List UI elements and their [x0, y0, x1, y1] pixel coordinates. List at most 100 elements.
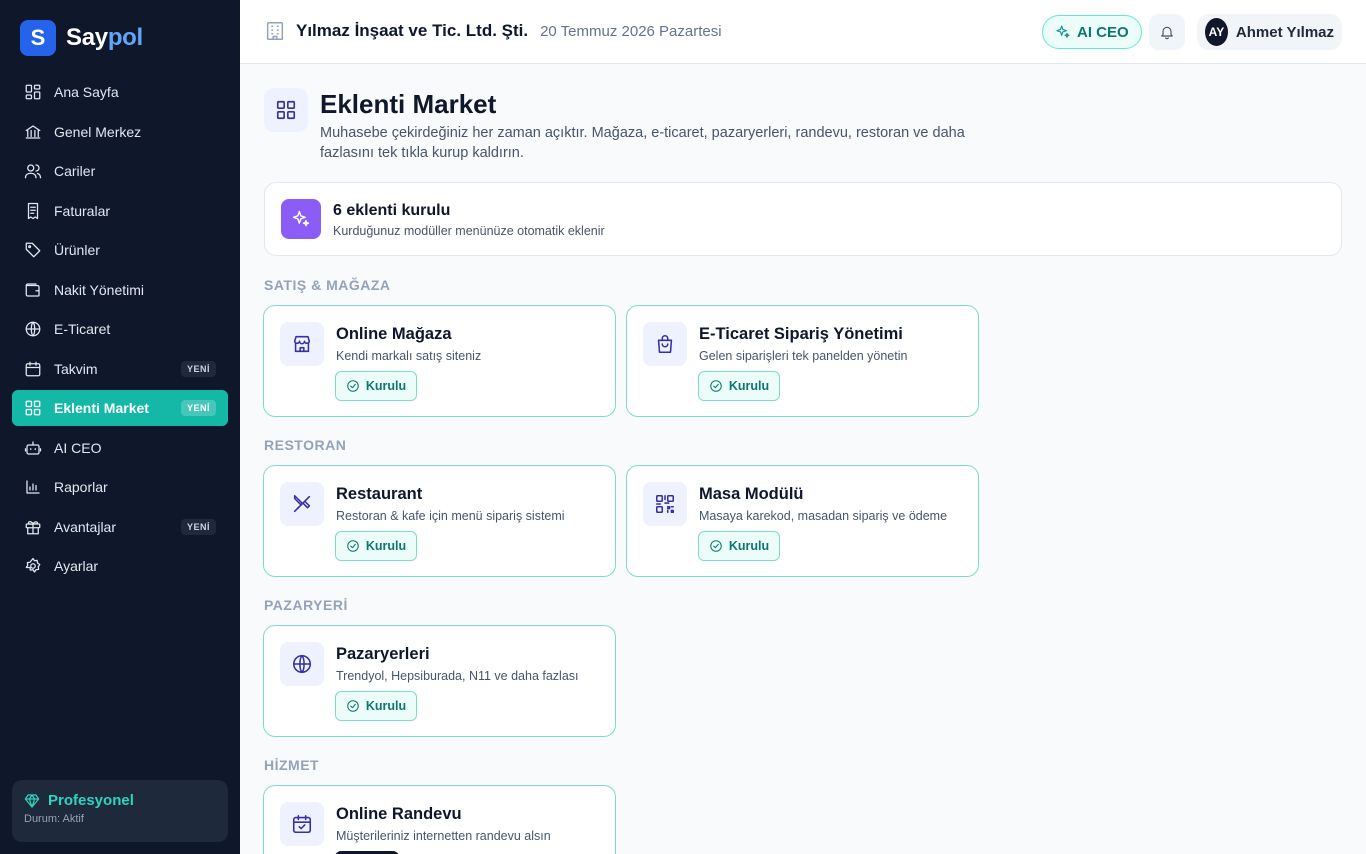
installed-status-button[interactable]: Kurulu — [335, 691, 417, 721]
brand-name-part1: Say — [66, 24, 108, 51]
addon-title: Pazaryerleri — [336, 645, 430, 663]
section-label-hizmet: HİZMET — [264, 757, 320, 773]
addon-description: Restoran & kafe için menü sipariş sistem… — [336, 509, 565, 523]
addon-title: Online Mağaza — [336, 325, 452, 343]
ai-ceo-button[interactable]: AI CEO — [1042, 15, 1142, 49]
globe-icon — [24, 320, 42, 338]
addon-description: Müşterileriniz internetten randevu alsın — [336, 829, 551, 843]
grid-icon — [264, 88, 308, 132]
grid-icon — [24, 399, 42, 417]
sidebar-item-ai-ceo[interactable]: AI CEO — [12, 430, 228, 466]
summary-subtitle: Kurduğunuz modüller menünüze otomatik ek… — [333, 224, 605, 238]
section-label-restoran: RESTORAN — [264, 437, 347, 453]
installed-status-button[interactable]: Kurulu — [698, 531, 780, 561]
gear-icon — [24, 557, 42, 575]
new-badge: YENİ — [180, 400, 216, 416]
gift-icon — [24, 518, 42, 536]
sidebar-item-eklenti-market[interactable]: Eklenti Market YENİ — [12, 390, 228, 426]
qr-code-icon — [643, 482, 687, 526]
installed-status-button[interactable]: Kurulu — [335, 371, 417, 401]
tag-icon — [24, 241, 42, 259]
check-circle-icon — [347, 540, 359, 552]
sidebar-item-ana-sayfa[interactable]: Ana Sayfa — [12, 74, 228, 110]
brand-logo: S — [20, 20, 56, 56]
robot-icon — [24, 439, 42, 457]
shopping-bag-icon — [643, 322, 687, 366]
addon-description: Kendi markalı satış siteniz — [336, 349, 482, 363]
installed-status-button[interactable]: Kurulu — [698, 371, 780, 401]
diamond-icon — [24, 793, 40, 808]
check-circle-icon — [710, 380, 722, 392]
plan-title: Profesyonel — [24, 792, 216, 809]
sparkles-icon — [281, 199, 321, 239]
sidebar-item-takvim[interactable]: Takvim YENİ — [12, 351, 228, 387]
sidebar-item-raporlar[interactable]: Raporlar — [12, 469, 228, 505]
globe-icon — [280, 642, 324, 686]
user-name: Ahmet Yılmaz — [1235, 23, 1334, 41]
installed-status-button[interactable]: Kurulu — [335, 531, 417, 561]
brand-name-part2: pol — [107, 24, 143, 51]
bank-icon — [24, 123, 42, 141]
sidebar-item-cariler[interactable]: Cariler — [12, 153, 228, 189]
sidebar-item-label: Nakit Yönetimi — [54, 281, 145, 298]
sidebar-item-e-ticaret[interactable]: E-Ticaret — [12, 311, 228, 347]
utensils-icon — [280, 482, 324, 526]
addon-card-e-ticaret-siparis[interactable]: E-Ticaret Sipariş Yönetimi Gelen sipariş… — [626, 305, 979, 417]
plan-status: Durum: Aktif — [24, 813, 84, 825]
sidebar-item-genel-merkez[interactable]: Genel Merkez — [12, 114, 228, 150]
calendar-icon — [24, 360, 42, 378]
sidebar-item-label: Ürünler — [54, 242, 100, 258]
check-circle-icon — [710, 540, 722, 552]
status-label: Kurulu — [365, 699, 407, 713]
check-circle-icon — [347, 380, 359, 392]
sidebar-item-ayarlar[interactable]: Ayarlar — [12, 548, 228, 584]
sidebar-item-label: Ana Sayfa — [54, 84, 119, 100]
store-icon — [280, 322, 324, 366]
top-header: Yılmaz İnşaat ve Tic. Ltd. Şti. 20 Temmu… — [240, 0, 1366, 64]
dashboard-icon — [24, 83, 42, 101]
addon-title: E-Ticaret Sipariş Yönetimi — [699, 325, 903, 343]
addon-card-pazaryerleri[interactable]: Pazaryerleri Trendyol, Hepsiburada, N11 … — [263, 625, 616, 737]
sidebar-item-label: Takvim — [54, 360, 98, 377]
addon-card-online-randevu[interactable]: Online Randevu Müşterileriniz internette… — [263, 785, 616, 854]
sidebar-item-urunler[interactable]: Ürünler — [12, 232, 228, 268]
users-icon — [24, 162, 42, 180]
bell-icon — [1161, 26, 1173, 40]
sparkles-icon — [1056, 25, 1070, 38]
section-label-pazaryeri: PAZARYERİ — [264, 597, 348, 613]
sidebar-item-label: Raporlar — [54, 479, 108, 495]
invoice-icon — [24, 202, 42, 220]
sidebar-nav: Ana Sayfa Genel Merkez Cariler Faturalar… — [12, 74, 228, 588]
page-subtitle: Muhasebe çekirdeğiniz her zaman açıktır.… — [320, 125, 965, 161]
status-label: Kurulu — [365, 539, 407, 553]
sidebar-item-label: AI CEO — [54, 439, 102, 456]
sidebar-item-nakit-yonetimi[interactable]: Nakit Yönetimi — [12, 272, 228, 308]
notifications-button[interactable] — [1149, 14, 1185, 50]
addon-card-online-magaza[interactable]: Online Mağaza Kendi markalı satış siteni… — [263, 305, 616, 417]
avatar: AY — [1205, 18, 1228, 46]
company-info: Yılmaz İnşaat ve Tic. Ltd. Şti. 20 Temmu… — [264, 20, 722, 42]
sidebar-item-avantajlar[interactable]: Avantajlar YENİ — [12, 509, 228, 545]
plan-card[interactable]: Profesyonel Durum: Aktif — [12, 780, 228, 842]
sidebar-item-label: Genel Merkez — [54, 123, 142, 140]
addon-title: Restaurant — [336, 485, 423, 503]
summary-title: 6 eklenti kurulu — [333, 202, 451, 219]
brand-name: Saypol — [66, 24, 143, 52]
status-label: Kurulu — [728, 379, 770, 393]
section-label-satis-magaza: SATIŞ & MAĞAZA — [264, 277, 391, 293]
page-title: Eklenti Market — [320, 89, 497, 119]
new-badge: YENİ — [180, 518, 216, 535]
sidebar: S Saypol Ana Sayfa Genel Merkez Cariler … — [0, 0, 240, 854]
addon-description: Masaya karekod, masadan sipariş ve ödeme — [699, 509, 948, 523]
check-circle-icon — [347, 700, 359, 712]
addon-card-restaurant[interactable]: Restaurant Restoran & kafe için menü sip… — [263, 465, 616, 577]
user-menu-button[interactable]: AY Ahmet Yılmaz — [1197, 14, 1342, 50]
brand[interactable]: S Saypol — [20, 20, 143, 56]
building-icon — [266, 22, 284, 40]
status-label: Kurulu — [365, 379, 407, 393]
addon-title: Masa Modülü — [699, 485, 804, 503]
sidebar-item-label: Cariler — [54, 163, 96, 179]
sidebar-item-faturalar[interactable]: Faturalar — [12, 193, 228, 229]
addon-card-masa-modulu[interactable]: Masa Modülü Masaya karekod, masadan sipa… — [626, 465, 979, 577]
addon-description: Trendyol, Hepsiburada, N11 ve daha fazla… — [336, 669, 579, 683]
